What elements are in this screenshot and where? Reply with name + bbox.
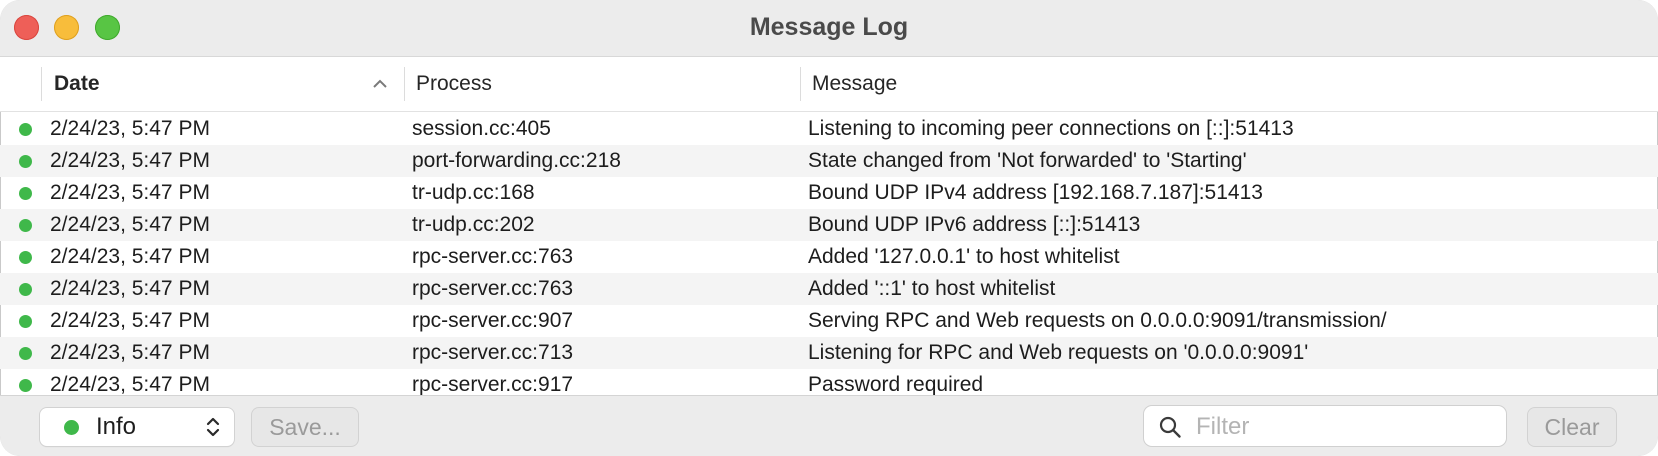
column-header-date[interactable]: Date: [54, 57, 100, 111]
status-info-icon: [19, 219, 32, 232]
sort-ascending-icon: [373, 79, 387, 88]
column-divider[interactable]: [800, 67, 801, 101]
column-header-message[interactable]: Message: [812, 57, 897, 111]
table-row[interactable]: 2/24/23, 5:47 PM session.cc:405 Listenin…: [0, 113, 1658, 145]
cell-process: rpc-server.cc:917: [412, 373, 574, 395]
cell-process: tr-udp.cc:202: [412, 213, 535, 236]
cell-date: 2/24/23, 5:47 PM: [50, 181, 210, 204]
cell-message: Serving RPC and Web requests on 0.0.0.0:…: [808, 309, 1387, 332]
cell-date: 2/24/23, 5:47 PM: [50, 341, 210, 364]
table-row[interactable]: 2/24/23, 5:47 PM port-forwarding.cc:218 …: [0, 145, 1658, 177]
cell-message: Password required: [808, 373, 984, 395]
log-level-label: Info: [96, 413, 137, 440]
status-info-icon: [19, 347, 32, 360]
cell-message: Bound UDP IPv6 address [::]:51413: [808, 213, 1141, 236]
log-level-popup[interactable]: Info: [40, 408, 234, 446]
filter-input[interactable]: [1194, 408, 1498, 446]
cell-message: State changed from 'Not forwarded' to 'S…: [808, 149, 1247, 172]
cell-message: Added '::1' to host whitelist: [808, 277, 1056, 300]
column-divider[interactable]: [41, 67, 42, 101]
table-row[interactable]: 2/24/23, 5:47 PM rpc-server.cc:907 Servi…: [0, 305, 1658, 337]
message-log-window: Message Log Date Process Message 2/24/23…: [0, 0, 1658, 456]
status-info-icon: [19, 123, 32, 136]
cell-process: rpc-server.cc:763: [412, 277, 574, 300]
status-info-icon: [19, 251, 32, 264]
cell-date: 2/24/23, 5:47 PM: [50, 309, 210, 332]
table-row[interactable]: 2/24/23, 5:47 PM tr-udp.cc:168 Bound UDP…: [0, 177, 1658, 209]
cell-date: 2/24/23, 5:47 PM: [50, 117, 210, 140]
cell-date: 2/24/23, 5:47 PM: [50, 373, 210, 395]
status-info-icon: [19, 187, 32, 200]
table-row[interactable]: 2/24/23, 5:47 PM tr-udp.cc:202 Bound UDP…: [0, 209, 1658, 241]
cell-process: rpc-server.cc:713: [412, 341, 574, 364]
cell-message: Bound UDP IPv4 address [192.168.7.187]:5…: [808, 181, 1263, 204]
status-info-icon: [19, 379, 32, 392]
save-button[interactable]: Save...: [252, 408, 358, 446]
table-row[interactable]: 2/24/23, 5:47 PM rpc-server.cc:763 Added…: [0, 273, 1658, 305]
clear-button[interactable]: Clear: [1528, 408, 1616, 446]
cell-process: rpc-server.cc:763: [412, 245, 574, 268]
cell-message: Listening to incoming peer connections o…: [808, 117, 1294, 140]
cell-process: session.cc:405: [412, 117, 551, 140]
status-info-icon: [64, 420, 79, 435]
chevron-up-down-icon: [206, 417, 220, 437]
cell-date: 2/24/23, 5:47 PM: [50, 245, 210, 268]
message-table[interactable]: 2/24/23, 5:47 PM session.cc:405 Listenin…: [0, 113, 1658, 395]
table-row[interactable]: 2/24/23, 5:47 PM rpc-server.cc:763 Added…: [0, 241, 1658, 273]
cell-message: Added '127.0.0.1' to host whitelist: [808, 245, 1120, 268]
cell-date: 2/24/23, 5:47 PM: [50, 149, 210, 172]
cell-date: 2/24/23, 5:47 PM: [50, 277, 210, 300]
cell-process: port-forwarding.cc:218: [412, 149, 621, 172]
cell-process: tr-udp.cc:168: [412, 181, 535, 204]
table-row[interactable]: 2/24/23, 5:47 PM rpc-server.cc:713 Liste…: [0, 337, 1658, 369]
table-header: Date Process Message: [0, 57, 1658, 112]
cell-message: Listening for RPC and Web requests on '0…: [808, 341, 1309, 364]
cell-process: rpc-server.cc:907: [412, 309, 574, 332]
status-info-icon: [19, 315, 32, 328]
footer-toolbar: Info Save... Clear: [0, 395, 1658, 456]
title-bar: Message Log: [0, 0, 1658, 57]
column-divider[interactable]: [404, 67, 405, 101]
search-icon: [1159, 416, 1181, 438]
column-header-process[interactable]: Process: [416, 57, 492, 111]
cell-date: 2/24/23, 5:47 PM: [50, 213, 210, 236]
filter-field[interactable]: [1144, 406, 1506, 446]
table-row[interactable]: 2/24/23, 5:47 PM rpc-server.cc:917 Passw…: [0, 369, 1658, 395]
status-info-icon: [19, 155, 32, 168]
window-title: Message Log: [749, 13, 909, 41]
status-info-icon: [19, 283, 32, 296]
